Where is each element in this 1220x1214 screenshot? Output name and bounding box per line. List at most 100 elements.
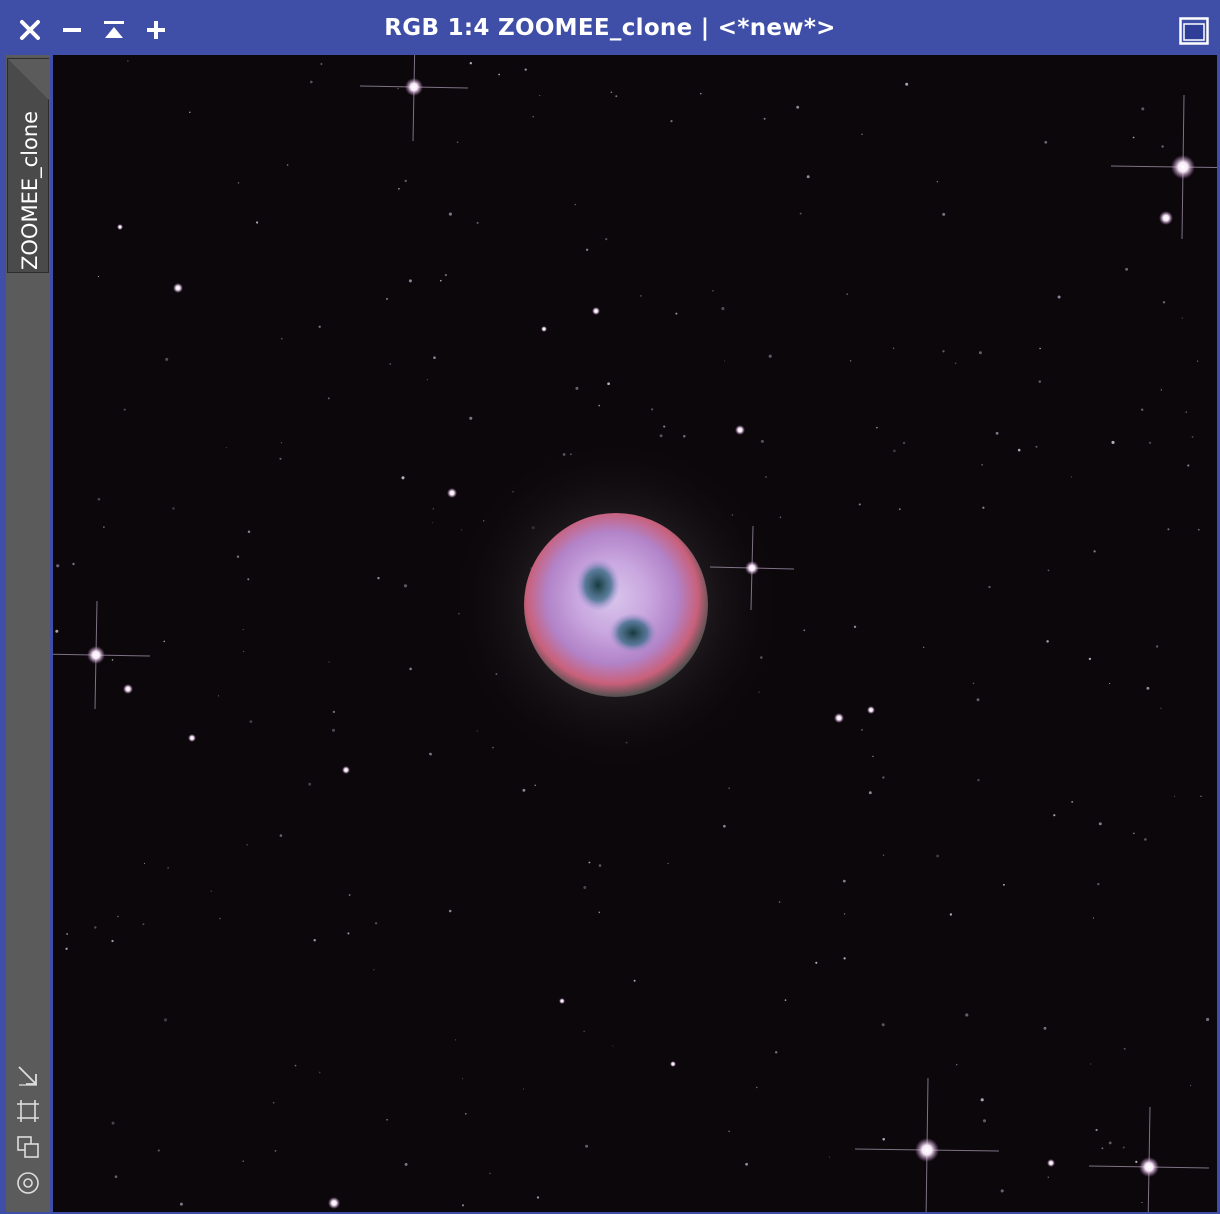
- faint-star: [882, 854, 885, 856]
- faint-star: [598, 404, 601, 407]
- faint-star: [1089, 1063, 1092, 1065]
- bright-star: [342, 766, 350, 774]
- faint-star: [348, 894, 351, 896]
- zoom-in-icon: [147, 21, 165, 39]
- clone-button[interactable]: [15, 1134, 41, 1160]
- faint-star: [849, 360, 852, 362]
- bright-star: [123, 684, 133, 694]
- bright-star: [541, 326, 547, 332]
- faint-star: [982, 1119, 987, 1123]
- faint-star: [426, 379, 428, 381]
- faint-star: [1108, 682, 1111, 685]
- faint-star: [320, 63, 323, 65]
- faint-star: [217, 695, 220, 697]
- faint-star: [142, 923, 145, 926]
- faint-star: [167, 866, 170, 869]
- faint-star: [386, 1118, 388, 1121]
- tab-corner: [8, 59, 50, 101]
- faint-star: [374, 922, 378, 925]
- faint-star: [799, 212, 802, 215]
- faint-star: [404, 1162, 408, 1166]
- faint-star: [942, 212, 946, 216]
- faint-star: [256, 221, 259, 224]
- faint-star: [236, 555, 240, 558]
- faint-star: [721, 307, 725, 311]
- faint-star: [583, 1030, 585, 1032]
- faint-star: [1047, 1176, 1050, 1179]
- faint-star: [433, 356, 436, 360]
- faint-star: [469, 416, 473, 420]
- faint-star: [1002, 883, 1005, 886]
- faint-star: [347, 932, 350, 935]
- faint-star: [179, 1202, 183, 1206]
- maximize-icon: [1179, 17, 1209, 45]
- faint-star: [723, 824, 726, 828]
- faint-star: [1162, 301, 1166, 304]
- faint-star: [94, 926, 97, 929]
- faint-star: [398, 187, 400, 190]
- faint-star: [1000, 1189, 1004, 1193]
- minimize-button[interactable]: [55, 13, 89, 47]
- faint-star: [279, 834, 283, 837]
- faint-star: [640, 295, 642, 297]
- view-tab[interactable]: ZOOMEE_clone: [7, 58, 50, 273]
- close-button[interactable]: [13, 13, 47, 47]
- faint-star: [765, 476, 767, 478]
- faint-star: [492, 746, 494, 749]
- faint-star: [1135, 1160, 1138, 1163]
- faint-star: [189, 111, 191, 113]
- faint-star: [332, 710, 336, 714]
- shade-button[interactable]: [97, 13, 131, 47]
- faint-star: [432, 522, 434, 524]
- faint-star: [66, 933, 68, 935]
- faint-star: [237, 182, 240, 184]
- faint-star: [779, 516, 782, 519]
- faint-star: [902, 441, 906, 445]
- faint-star: [103, 526, 105, 528]
- faint-star: [1098, 822, 1102, 826]
- faint-star: [803, 629, 806, 632]
- maximize-button[interactable]: [1179, 17, 1209, 45]
- image-canvas[interactable]: [53, 55, 1217, 1212]
- zoom-in-button[interactable]: [139, 13, 173, 47]
- faint-star: [745, 1162, 748, 1166]
- faint-star: [403, 584, 408, 588]
- faint-star: [308, 782, 312, 786]
- faint-star: [1039, 347, 1041, 350]
- faint-star: [892, 347, 895, 349]
- bright-star: [1047, 1159, 1055, 1167]
- target-button[interactable]: [15, 1170, 41, 1196]
- target-icon: [17, 1172, 39, 1194]
- close-icon: [20, 20, 40, 40]
- faint-star: [881, 1023, 885, 1027]
- faint-star: [328, 661, 330, 663]
- faint-star: [1141, 1202, 1143, 1204]
- faint-star: [157, 1149, 160, 1152]
- faint-star: [1144, 838, 1147, 841]
- faint-star: [1123, 1047, 1126, 1050]
- faint-star: [843, 957, 846, 960]
- faint-star: [539, 94, 541, 97]
- faint-star: [1092, 917, 1094, 919]
- faint-star: [318, 1071, 321, 1074]
- faint-star: [774, 1051, 778, 1054]
- faint-star: [954, 362, 957, 365]
- crop-frame-button[interactable]: [15, 1098, 41, 1124]
- bright-star: [117, 224, 123, 230]
- title-bar[interactable]: RGB 1:4 ZOOMEE_clone | <*new*>: [3, 3, 1217, 55]
- view-tab-label: ZOOMEE_clone: [18, 110, 42, 270]
- faint-star: [936, 181, 938, 183]
- faint-star: [982, 506, 985, 509]
- faint-star: [675, 312, 678, 315]
- bright-star: [173, 283, 183, 293]
- fit-view-button[interactable]: [15, 1063, 41, 1089]
- faint-star: [972, 682, 975, 685]
- faint-star: [682, 434, 686, 438]
- faint-star: [456, 141, 459, 143]
- faint-star: [331, 728, 336, 732]
- faint-star: [882, 776, 885, 779]
- faint-star: [247, 530, 251, 534]
- window-title: RGB 1:4 ZOOMEE_clone | <*new*>: [384, 15, 836, 41]
- faint-star: [408, 279, 412, 283]
- faint-star: [280, 337, 283, 340]
